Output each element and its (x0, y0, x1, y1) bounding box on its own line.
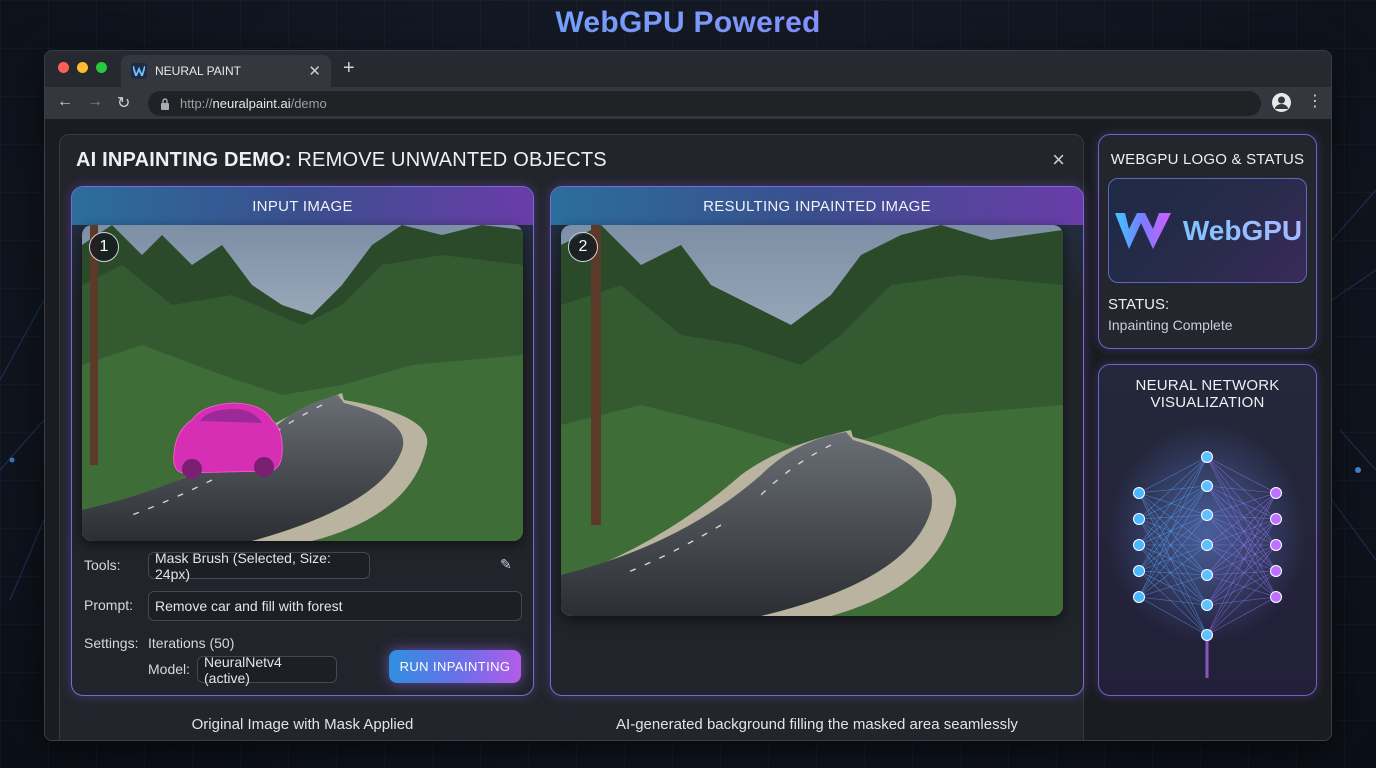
browser-toolbar: ← → ↻ http://neuralpaint.ai/demo ⋮ (45, 87, 1331, 119)
tab-title: NEURAL PAINT (155, 64, 242, 78)
settings-label: Settings: (84, 635, 139, 651)
hero-title: WebGPU Powered (0, 6, 1376, 40)
result-card-header: RESULTING INPAINTED IMAGE (551, 187, 1083, 225)
page-viewport: AI INPAINTING DEMO: REMOVE UNWANTED OBJE… (45, 119, 1331, 740)
lock-icon (161, 97, 169, 110)
minimize-window-button[interactable] (77, 62, 88, 73)
webgpu-logo-icon (1114, 212, 1171, 249)
status-value: Inpainting Complete (1108, 317, 1233, 333)
nn-node (1270, 565, 1282, 577)
browser-menu-icon[interactable]: ⋮ (1307, 91, 1323, 111)
pencil-icon[interactable]: ✎ (500, 556, 512, 573)
browser-window: NEURAL PAINT ✕ + ← → ↻ http://neuralpain… (44, 50, 1332, 741)
step-badge: 1 (89, 232, 119, 262)
new-tab-icon[interactable]: + (343, 57, 355, 80)
maximize-window-button[interactable] (96, 62, 107, 73)
nn-node (1133, 487, 1145, 499)
nn-node (1201, 599, 1213, 611)
nn-node (1133, 539, 1145, 551)
back-arrow-icon[interactable]: ← (57, 93, 73, 111)
reload-icon[interactable]: ↻ (117, 93, 130, 113)
tab-bar: NEURAL PAINT ✕ + (45, 51, 1331, 87)
nn-node (1270, 513, 1282, 525)
nn-node (1133, 591, 1145, 603)
input-image[interactable]: 1 (82, 225, 523, 541)
model-label: Model: (148, 661, 191, 677)
result-caption: AI-generated background filling the mask… (616, 716, 1018, 733)
tab-close-icon[interactable]: ✕ (308, 62, 321, 80)
webgpu-logo-text: WebGPU (1182, 214, 1303, 246)
tool-selector[interactable]: Mask Brush (Selected, Size: 24px) (148, 550, 370, 582)
step-badge: 2 (568, 232, 598, 262)
status-label: STATUS: (1108, 296, 1170, 313)
nn-node (1133, 513, 1145, 525)
webgpu-status-card: WEBGPU LOGO & STATUS WebGPU STATUS: Inpa… (1098, 134, 1317, 349)
webgpu-logo: WebGPU (1108, 178, 1307, 283)
input-card-header: INPUT IMAGE (72, 187, 533, 225)
prompt-input[interactable]: Remove car and fill with forest (148, 591, 522, 621)
neural-paint-favicon-icon (131, 63, 147, 79)
profile-avatar-icon[interactable] (1272, 93, 1291, 112)
window-controls (58, 62, 107, 73)
status-card-title: WEBGPU LOGO & STATUS (1110, 151, 1305, 168)
nn-node (1270, 591, 1282, 603)
nn-node (1201, 629, 1213, 641)
run-inpainting-button[interactable]: RUN INPAINTING (389, 650, 521, 683)
nn-node (1201, 451, 1213, 463)
nn-node (1270, 539, 1282, 551)
inpainting-demo-panel: AI INPAINTING DEMO: REMOVE UNWANTED OBJE… (59, 134, 1084, 740)
iterations-setting[interactable]: Iterations (50) (148, 635, 234, 651)
url-text: http://neuralpaint.ai/demo (180, 96, 327, 111)
nn-title-line2: VISUALIZATION (1150, 394, 1265, 411)
prompt-label: Prompt: (84, 597, 134, 613)
input-caption: Original Image with Mask Applied (191, 716, 414, 733)
forward-arrow-icon[interactable]: → (87, 93, 103, 111)
model-selector[interactable]: NeuralNetv4 (active) (197, 654, 337, 686)
demo-title: AI INPAINTING DEMO: REMOVE UNWANTED OBJE… (76, 149, 607, 171)
tools-label: Tools: (84, 557, 121, 573)
nn-node (1201, 569, 1213, 581)
result-image[interactable]: 2 (561, 225, 1063, 616)
address-bar[interactable]: http://neuralpaint.ai/demo (148, 91, 1261, 116)
neural-network-card: NEURAL NETWORK VISUALIZATION (1098, 364, 1317, 696)
nn-node (1133, 565, 1145, 577)
nn-node (1270, 487, 1282, 499)
tab-neural-paint[interactable]: NEURAL PAINT ✕ (121, 55, 331, 87)
nn-title-line1: NEURAL NETWORK (1135, 377, 1280, 394)
nn-node (1201, 509, 1213, 521)
neural-network-diagram (1107, 423, 1307, 678)
close-window-button[interactable] (58, 62, 69, 73)
nn-node (1201, 480, 1213, 492)
nn-node (1201, 539, 1213, 551)
close-icon[interactable]: × (1052, 147, 1065, 173)
input-image-card: INPUT IMAGE 1 Tools: Mask Brush (Selecte… (71, 186, 534, 696)
result-image-card: RESULTING INPAINTED IMAGE 2 (550, 186, 1084, 696)
